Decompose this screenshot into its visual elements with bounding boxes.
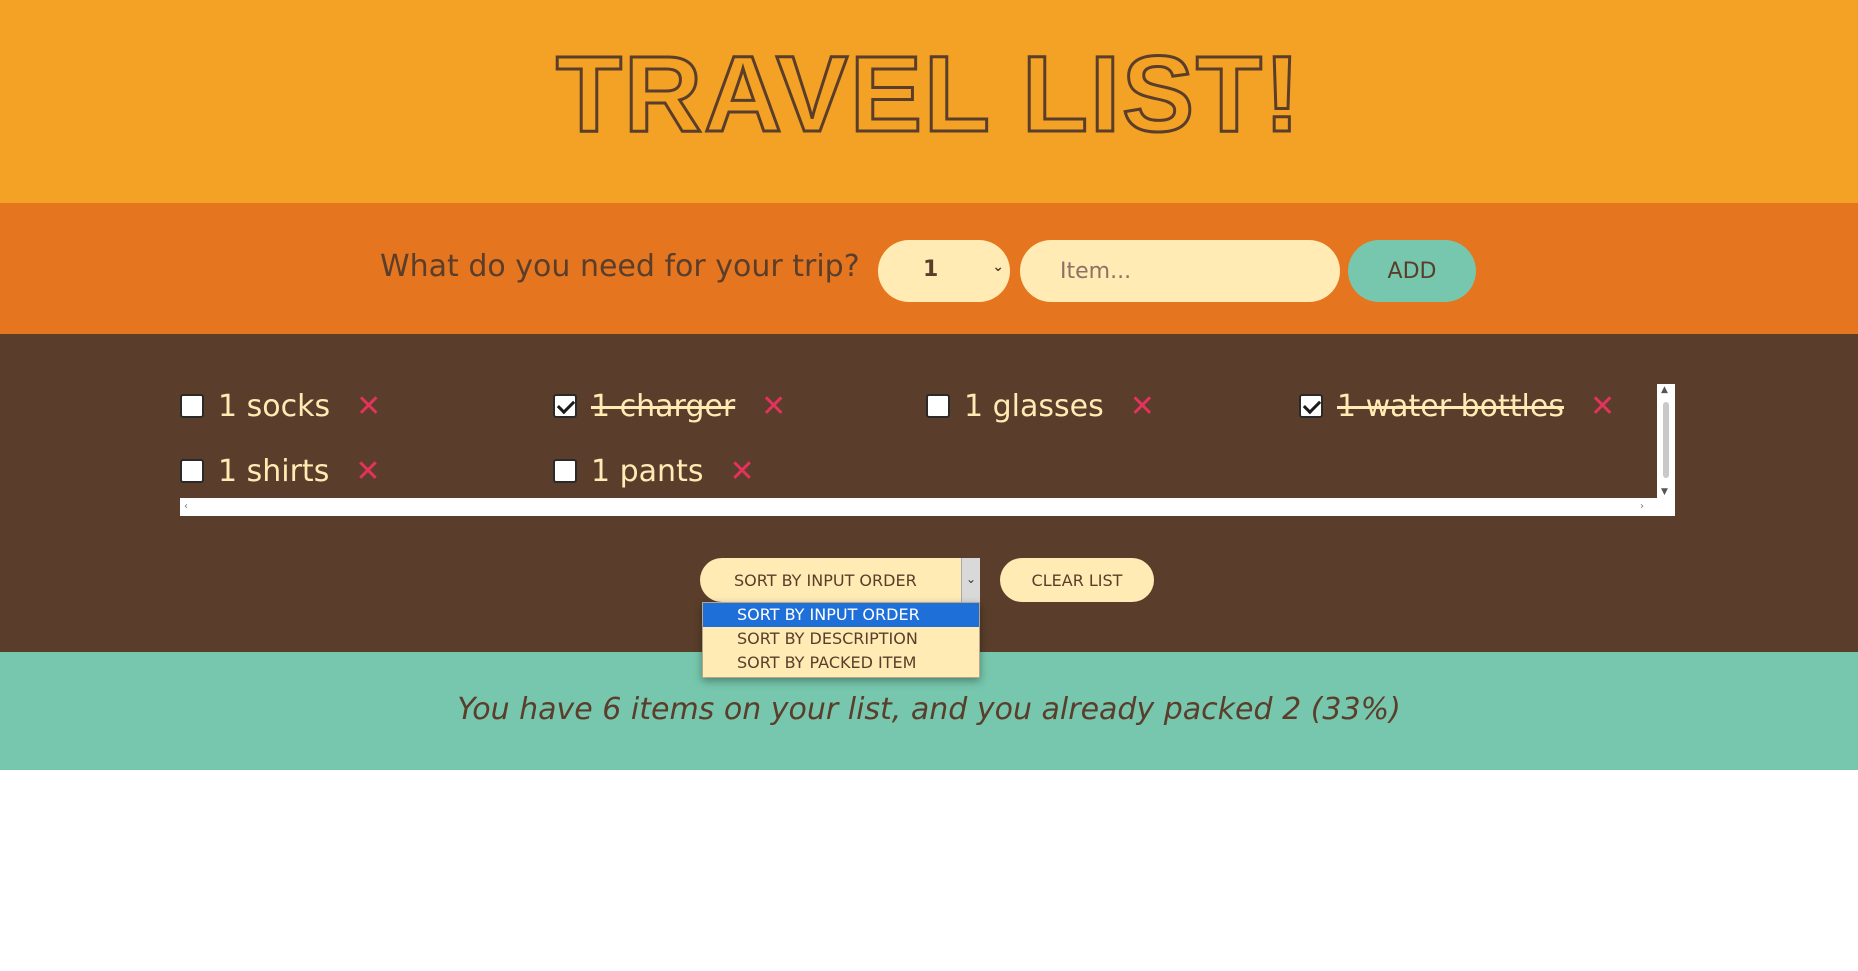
- form-question: What do you need for your trip?: [380, 249, 860, 284]
- list-item: 1 shirts ✕: [180, 449, 380, 493]
- packed-checkbox[interactable]: [553, 394, 577, 418]
- item-label: 1 socks: [218, 388, 331, 424]
- list-item: 1 socks ✕: [180, 384, 381, 428]
- scroll-down-icon[interactable]: ▼: [1661, 487, 1668, 497]
- horizontal-scrollbar[interactable]: ‹ ›: [180, 498, 1675, 516]
- item-input[interactable]: [1020, 240, 1340, 302]
- header: TRAVEL LIST! TRAVEL LIST!: [0, 0, 1858, 203]
- sort-option-packed[interactable]: SORT BY PACKED ITEM: [703, 651, 979, 675]
- list-viewport: 1 socks ✕ 1 charger ✕ 1 glasses ✕ 1 wate…: [180, 384, 1657, 498]
- packed-checkbox[interactable]: [180, 394, 204, 418]
- list-item: 1 charger ✕: [553, 384, 786, 428]
- item-label: 1 pants: [591, 453, 704, 489]
- sort-dropdown-menu: SORT BY INPUT ORDER SORT BY DESCRIPTION …: [702, 602, 980, 678]
- packed-checkbox[interactable]: [553, 459, 577, 483]
- list-item: 1 pants ✕: [553, 449, 755, 493]
- packed-checkbox[interactable]: [926, 394, 950, 418]
- logo-inline: TRAVEL LIST!: [556, 36, 1302, 146]
- sort-option-input-order[interactable]: SORT BY INPUT ORDER: [703, 603, 979, 627]
- logo: TRAVEL LIST! TRAVEL LIST!: [555, 36, 1302, 146]
- scroll-left-icon[interactable]: ‹: [184, 501, 188, 512]
- packed-checkbox[interactable]: [180, 459, 204, 483]
- item-label: 1 shirts: [218, 453, 330, 489]
- list-item: 1 water bottles ✕: [1299, 384, 1615, 428]
- travel-list-app: TRAVEL LIST! TRAVEL LIST! What do you ne…: [0, 0, 1858, 971]
- sort-option-description[interactable]: SORT BY DESCRIPTION: [703, 627, 979, 651]
- sort-select-arrow[interactable]: ⌄: [961, 558, 980, 602]
- sort-select[interactable]: SORT BY INPUT ORDER ⌄: [700, 558, 980, 602]
- sort-select-value: SORT BY INPUT ORDER: [734, 571, 917, 590]
- delete-icon[interactable]: ✕: [1590, 389, 1615, 424]
- list-item: 1 glasses ✕: [926, 384, 1155, 428]
- clear-list-button[interactable]: CLEAR LIST: [1000, 558, 1154, 602]
- delete-icon[interactable]: ✕: [729, 454, 754, 489]
- packing-list: 1 socks ✕ 1 charger ✕ 1 glasses ✕ 1 wate…: [180, 384, 1675, 516]
- item-label: 1 water bottles: [1337, 388, 1564, 424]
- delete-icon[interactable]: ✕: [355, 454, 380, 489]
- stats-text: You have 6 items on your list, and you a…: [457, 692, 1401, 727]
- scroll-up-icon[interactable]: ▲: [1661, 385, 1668, 395]
- delete-icon[interactable]: ✕: [761, 389, 786, 424]
- vertical-scrollbar[interactable]: ▲ ▼: [1657, 384, 1675, 498]
- scrollbar-thumb[interactable]: [1663, 402, 1669, 478]
- item-label: 1 charger: [591, 388, 736, 424]
- chevron-down-icon: ⌄: [966, 572, 977, 586]
- chevron-down-icon: ⌄: [992, 259, 1004, 275]
- delete-icon[interactable]: ✕: [356, 389, 381, 424]
- item-label: 1 glasses: [964, 388, 1104, 424]
- scroll-right-icon[interactable]: ›: [1640, 501, 1644, 512]
- quantity-value: 1: [923, 257, 939, 282]
- quantity-select[interactable]: 1 ⌄: [878, 240, 1010, 302]
- packed-checkbox[interactable]: [1299, 394, 1323, 418]
- delete-icon[interactable]: ✕: [1130, 389, 1155, 424]
- add-button[interactable]: ADD: [1348, 240, 1476, 302]
- add-item-form: What do you need for your trip? 1 ⌄ ADD: [0, 203, 1858, 334]
